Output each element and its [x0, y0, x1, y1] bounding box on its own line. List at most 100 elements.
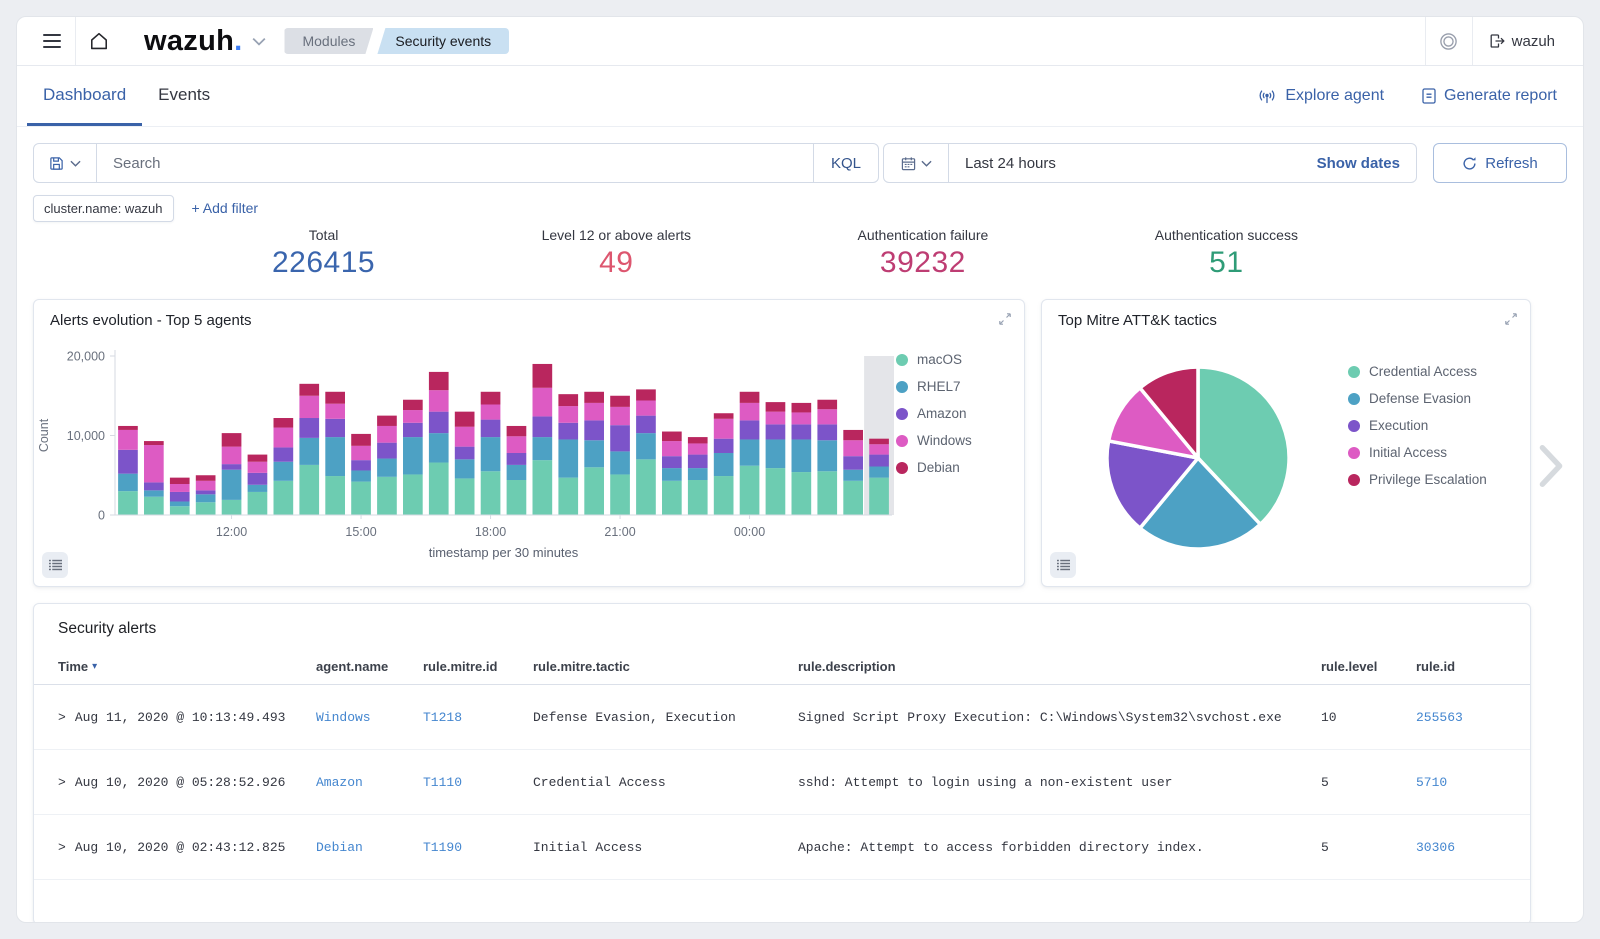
add-filter-button[interactable]: + Add filter [192, 200, 259, 216]
stat-value: 226415 [272, 246, 375, 280]
legend-item-privilege-escalation[interactable]: Privilege Escalation [1348, 466, 1528, 493]
table-row: >Aug 10, 2020 @ 05:28:52.926AmazonT1110C… [34, 750, 1530, 815]
legend-item-defense-evasion[interactable]: Defense Evasion [1348, 385, 1528, 412]
save-icon [49, 156, 64, 171]
logout-icon [1489, 33, 1505, 49]
svg-text:15:00: 15:00 [345, 525, 376, 539]
stat-value: 39232 [858, 246, 989, 280]
saved-queries-button[interactable] [34, 144, 97, 182]
column-header-rule-id[interactable]: rule.id [1416, 659, 1506, 674]
legend-item-rhel7[interactable]: RHEL7 [896, 373, 1018, 400]
chevron-down-icon [252, 37, 266, 46]
charts-row: Alerts evolution - Top 5 agents 010,0002… [33, 299, 1531, 587]
status-circle-button[interactable] [1426, 17, 1472, 65]
mitre-pie-chart[interactable] [1050, 340, 1350, 582]
legend-label: Windows [917, 433, 972, 448]
alert-mitre-id-link[interactable]: T1218 [423, 710, 533, 725]
panel-title: Top Mitre ATT&K tactics [1058, 312, 1217, 329]
panel-title: Alerts evolution - Top 5 agents [50, 312, 252, 329]
generate-report-button[interactable]: Generate report [1422, 87, 1557, 105]
alerts-evolution-chart[interactable]: 010,00020,00012:0015:0018:0021:0000:00Co… [34, 344, 902, 586]
legend-item-macos[interactable]: macOS [896, 346, 1018, 373]
chart-legend: macOS RHEL7 Amazon Windows Debian [896, 346, 1018, 481]
chart-legend: Credential Access Defense Evasion Executio… [1348, 358, 1528, 493]
alert-mitre-id-link[interactable]: T1190 [423, 840, 533, 855]
filter-chip[interactable]: cluster.name: wazuh [33, 195, 174, 222]
show-dates-button[interactable]: Show dates [1317, 155, 1416, 172]
module-tabbar: Dashboard Events Explore agent Generate … [17, 66, 1583, 127]
alert-tactic: Defense Evasion, Execution [533, 710, 798, 725]
refresh-button[interactable]: Refresh [1433, 143, 1567, 183]
search-input[interactable] [97, 155, 813, 172]
report-icon [1422, 88, 1436, 104]
alert-agent-link[interactable]: Debian [316, 840, 423, 855]
column-header-rule-level[interactable]: rule.level [1321, 659, 1416, 674]
alert-rule-level: 5 [1321, 840, 1416, 855]
column-header-rule-mitre-tactic[interactable]: rule.mitre.tactic [533, 659, 798, 674]
next-panel-chevron[interactable] [1537, 441, 1565, 491]
alert-rule-id-link[interactable]: 5710 [1416, 775, 1506, 790]
legend-label: Execution [1369, 418, 1428, 433]
tab-dashboard[interactable]: Dashboard [27, 66, 142, 126]
menu-button[interactable] [29, 17, 75, 65]
stat-total: Total 226415 [272, 227, 375, 285]
kql-button[interactable]: KQL [813, 144, 878, 182]
legend-label: Credential Access [1369, 364, 1477, 379]
alert-time: >Aug 11, 2020 @ 10:13:49.493 [58, 710, 316, 725]
expand-row-caret[interactable]: > [58, 775, 66, 790]
wazuh-logo[interactable]: wazuh. [144, 17, 242, 65]
svg-text:12:00: 12:00 [216, 525, 247, 539]
inspect-button[interactable] [1050, 552, 1076, 578]
alert-agent-link[interactable]: Amazon [316, 775, 423, 790]
tab-events[interactable]: Events [142, 66, 226, 126]
alert-rule-level: 10 [1321, 710, 1416, 725]
legend-item-credential-access[interactable]: Credential Access [1348, 358, 1528, 385]
expand-row-caret[interactable]: > [58, 840, 66, 855]
alert-agent-link[interactable]: Windows [316, 710, 423, 725]
expand-panel-icon[interactable] [1504, 312, 1518, 326]
column-header-time[interactable]: Time▾ [58, 659, 316, 674]
alert-time: >Aug 10, 2020 @ 05:28:52.926 [58, 775, 316, 790]
legend-label: macOS [917, 352, 962, 367]
legend-label: Amazon [917, 406, 967, 421]
alert-rule-id-link[interactable]: 255563 [1416, 710, 1506, 725]
explore-agent-button[interactable]: Explore agent [1257, 87, 1384, 105]
logout-button[interactable]: wazuh [1473, 17, 1571, 65]
stat-level-12: Level 12 or above alerts 49 [542, 227, 691, 285]
column-header-rule-description[interactable]: rule.description [798, 659, 1321, 674]
legend-label: Debian [917, 460, 960, 475]
breadcrumb-modules[interactable]: Modules [284, 28, 373, 54]
stat-auth-success: Authentication success 51 [1155, 227, 1298, 285]
inspect-button[interactable] [42, 552, 68, 578]
expand-panel-icon[interactable] [998, 312, 1012, 326]
expand-row-caret[interactable]: > [58, 710, 66, 725]
alert-rule-id-link[interactable]: 30306 [1416, 840, 1506, 855]
breadcrumb-security-events[interactable]: Security events [377, 28, 509, 54]
calendar-button[interactable] [884, 144, 949, 182]
breadcrumb: Modules Security events [284, 28, 509, 54]
app-switcher-button[interactable] [252, 37, 266, 46]
home-button[interactable] [76, 17, 122, 65]
legend-label: Defense Evasion [1369, 391, 1471, 406]
time-range-label[interactable]: Last 24 hours [949, 155, 1317, 172]
date-picker: Last 24 hours Show dates [883, 143, 1417, 183]
legend-item-amazon[interactable]: Amazon [896, 400, 1018, 427]
svg-text:0: 0 [98, 509, 105, 523]
legend-item-initial-access[interactable]: Initial Access [1348, 439, 1528, 466]
stat-label: Authentication success [1155, 227, 1298, 243]
column-header-rule-mitre-id[interactable]: rule.mitre.id [423, 659, 533, 674]
panel-alerts-evolution: Alerts evolution - Top 5 agents 010,0002… [33, 299, 1025, 587]
stat-label: Authentication failure [858, 227, 989, 243]
column-header-agent-name[interactable]: agent.name [316, 659, 423, 674]
sort-desc-icon: ▾ [92, 661, 97, 672]
svg-text:Count: Count [37, 418, 51, 452]
legend-swatch [896, 462, 908, 474]
stat-label: Level 12 or above alerts [542, 227, 691, 243]
legend-label: Initial Access [1369, 445, 1447, 460]
legend-item-execution[interactable]: Execution [1348, 412, 1528, 439]
legend-item-windows[interactable]: Windows [896, 427, 1018, 454]
alert-mitre-id-link[interactable]: T1110 [423, 775, 533, 790]
legend-item-debian[interactable]: Debian [896, 454, 1018, 481]
list-icon [1057, 559, 1070, 571]
hamburger-icon [43, 34, 61, 48]
